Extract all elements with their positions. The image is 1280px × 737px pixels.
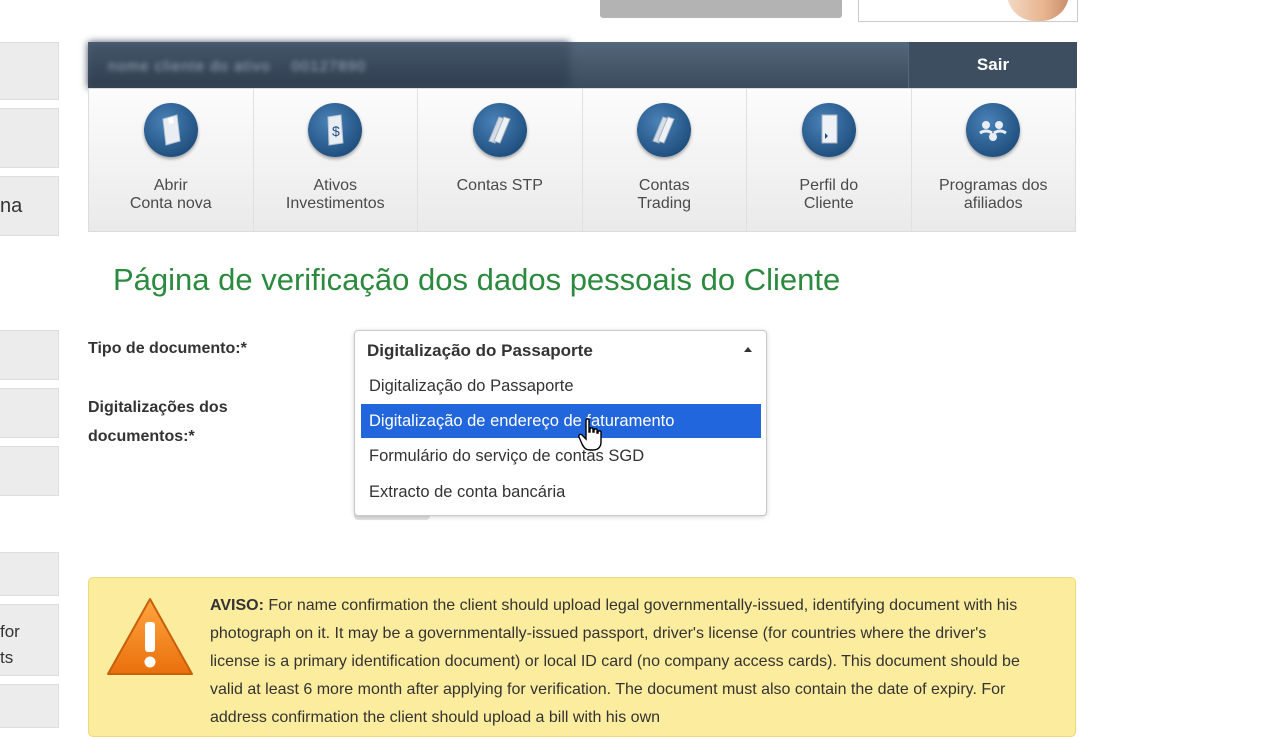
doc-scans-label: Digitalizações dos documentos:* (88, 399, 228, 445)
main-menu: Abrir Conta nova $ Ativos Investimentos … (88, 88, 1076, 232)
stp-accounts-icon (472, 103, 527, 157)
user-id: 00127890 (291, 58, 367, 75)
investments-icon: $ (308, 103, 363, 157)
menu-item-affiliates[interactable]: Programas dos afiliados (912, 89, 1076, 231)
sidebar-tab-1[interactable] (0, 42, 59, 100)
menu-item-open-account[interactable]: Abrir Conta nova (89, 89, 254, 231)
logout-button[interactable]: Sair (908, 42, 1077, 88)
sidebar-tab-label: na (0, 195, 23, 217)
menu-item-label: Contas STP (456, 177, 543, 194)
menu-item-label: Ativos Investimentos (285, 177, 385, 212)
menu-item-client-profile[interactable]: Perfil do Cliente (747, 89, 912, 231)
page-title: Página de verificação dos dados pessoais… (113, 262, 841, 297)
top-button[interactable] (600, 0, 842, 18)
sidebar-tab-7[interactable] (0, 552, 59, 596)
sidebar-tab-8[interactable]: for ts (0, 604, 59, 676)
sidebar-tab-2[interactable] (0, 108, 59, 168)
select-option-highlighted[interactable]: Digitalização de endereço de faturamento (361, 404, 761, 438)
warning-text: AVISO: For name confirmation the client … (210, 592, 1040, 732)
warning-icon (105, 596, 195, 683)
user-info-text: nome cliente do ativo 00127890 (108, 58, 366, 75)
selected-option-text: Digitalização do Passaporte (367, 341, 593, 360)
menu-item-label: Perfil do Cliente (799, 177, 859, 212)
caret-up-icon (744, 347, 752, 352)
client-profile-icon (801, 103, 856, 157)
select-option[interactable]: Extracto de conta bancária (361, 475, 761, 509)
select-option[interactable]: Digitalização do Passaporte (361, 369, 761, 403)
menu-item-stp-accounts[interactable]: Contas STP (418, 89, 583, 231)
warning-box: AVISO: For name confirmation the client … (88, 577, 1076, 737)
sidebar-tab-3[interactable]: na (0, 176, 59, 236)
user-name: nome cliente do ativo (108, 58, 271, 75)
trading-accounts-icon (637, 103, 692, 157)
hand-pointer-icon (578, 418, 604, 457)
support-agent-avatar (1007, 0, 1069, 21)
menu-item-label: Programas dos afiliados (939, 177, 1048, 212)
warning-body: For name confirmation the client should … (210, 597, 1020, 726)
svg-text:$: $ (332, 123, 340, 139)
sidebar-tab-6[interactable] (0, 446, 59, 496)
sidebar-tab-4[interactable] (0, 330, 59, 380)
select-option[interactable]: Formulário do serviço de contas SGD (361, 439, 761, 473)
doc-type-select[interactable]: Digitalização do Passaporte Digitalizaçã… (354, 330, 767, 516)
menu-item-label: Abrir Conta nova (129, 177, 212, 212)
doc-type-select-value[interactable]: Digitalização do Passaporte (355, 331, 766, 369)
sidebar-tab-5[interactable] (0, 388, 59, 438)
menu-item-label: Contas Trading (637, 177, 692, 212)
menu-item-investments[interactable]: $ Ativos Investimentos (254, 89, 418, 231)
open-account-icon (143, 103, 198, 157)
support-panel[interactable] (858, 0, 1078, 22)
doc-type-label: Tipo de documento:* (88, 340, 247, 357)
sidebar-tab-label: for ts (0, 622, 20, 667)
menu-item-trading-accounts[interactable]: Contas Trading (583, 89, 747, 231)
affiliates-icon (966, 103, 1021, 157)
warning-title: AVISO: (210, 597, 264, 614)
sidebar-tab-9[interactable] (0, 684, 59, 728)
